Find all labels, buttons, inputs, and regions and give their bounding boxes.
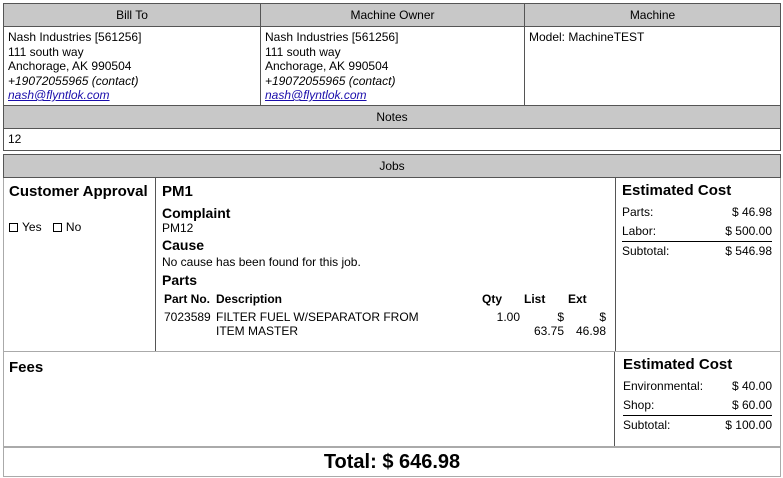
fees-section: Fees Estimated Cost Environmental: $ 40.…: [3, 351, 781, 447]
approval-no-option[interactable]: No: [52, 220, 82, 234]
approval-options: Yes No: [9, 220, 150, 234]
cause-text: No cause has been found for this job.: [162, 255, 361, 269]
fees-title: Fees: [9, 359, 44, 376]
parts-cost-value: $ 46.98: [731, 205, 772, 219]
col-ext: Ext: [568, 292, 587, 306]
fees-estimated-cost-title: Estimated Cost: [623, 356, 733, 373]
parts-table: Part No. Description Qty List Ext 702358…: [162, 290, 608, 340]
approval-yes-option[interactable]: Yes: [9, 220, 42, 234]
customer-info-section: Bill To Nash Industries [561256] 111 sou…: [3, 3, 781, 106]
col-part-no: Part No.: [164, 292, 211, 306]
table-row: 7023589 FILTER FUEL W/SEPARATOR FROM ITE…: [162, 308, 608, 340]
grand-total: Total: $ 646.98: [3, 447, 781, 477]
parts-header-row: Part No. Description Qty List Ext: [162, 290, 608, 308]
yes-label: Yes: [22, 220, 42, 234]
machine-column: Machine Model: MachineTEST: [525, 4, 780, 105]
labor-cost-value: $ 500.00: [725, 224, 772, 238]
machine-model: Model: MachineTEST: [529, 30, 645, 44]
job-title: PM1: [162, 183, 193, 200]
col-description: Description: [216, 292, 283, 306]
parts-cost-label: Parts:: [622, 205, 654, 219]
ext-cell: $ 46.98: [575, 310, 606, 338]
labor-cost-label: Labor:: [622, 224, 657, 238]
machine-owner-header: Machine Owner: [261, 4, 524, 27]
shop-fee-value: $ 60.00: [731, 398, 772, 412]
owner-city: Anchorage, AK 990504: [265, 59, 389, 73]
list-cell: $ 63.75: [533, 310, 564, 338]
bill-to-phone: +19072055965 (contact): [8, 73, 139, 88]
checkbox-icon[interactable]: [9, 223, 18, 232]
job-estimated-cost-panel: Estimated Cost Parts: $ 46.98 Labor: $ 5…: [614, 178, 780, 351]
environmental-fee-row: Environmental: $ 40.00: [623, 377, 772, 396]
owner-name: Nash Industries [561256]: [265, 30, 399, 44]
fees-subtotal-row: Subtotal: $ 100.00: [623, 415, 772, 435]
bill-to-city: Anchorage, AK 990504: [8, 59, 132, 73]
qty-cell: 1.00: [496, 310, 520, 324]
notes-header: Notes: [3, 106, 781, 129]
no-label: No: [65, 220, 82, 234]
job-row: Customer Approval Yes No PM1 Complaint P…: [3, 178, 781, 351]
cause-label: Cause: [162, 237, 205, 253]
customer-approval-title: Customer Approval: [9, 183, 148, 200]
parts-cost-row: Parts: $ 46.98: [622, 203, 772, 222]
job-estimated-cost-title: Estimated Cost: [622, 182, 732, 199]
bill-to-header: Bill To: [4, 4, 260, 27]
bill-to-column: Bill To Nash Industries [561256] 111 sou…: [4, 4, 261, 105]
job-subtotal-value: $ 546.98: [725, 244, 772, 258]
labor-cost-row: Labor: $ 500.00: [622, 222, 772, 241]
owner-email-link[interactable]: nash@flyntlok.com: [265, 88, 520, 103]
job-subtotal-row: Subtotal: $ 546.98: [622, 241, 772, 261]
owner-phone: +19072055965 (contact): [265, 73, 396, 88]
bill-to-email-link[interactable]: nash@flyntlok.com: [8, 88, 256, 103]
job-detail-panel: PM1 Complaint PM12 Cause No cause has be…: [156, 178, 616, 351]
customer-approval-panel: Customer Approval Yes No: [4, 178, 156, 351]
jobs-header: Jobs: [3, 154, 781, 178]
col-qty: Qty: [482, 292, 503, 306]
machine-header: Machine: [525, 4, 780, 27]
machine-owner-address: Nash Industries [561256] 111 south way A…: [261, 27, 524, 106]
shop-fee-row: Shop: $ 60.00: [623, 396, 772, 415]
fees-subtotal-value: $ 100.00: [725, 418, 772, 432]
shop-fee-label: Shop:: [623, 398, 655, 412]
col-list: List: [524, 292, 546, 306]
owner-street: 111 south way: [265, 44, 341, 59]
environmental-fee-label: Environmental:: [623, 379, 704, 393]
machine-owner-column: Machine Owner Nash Industries [561256] 1…: [261, 4, 525, 105]
bill-to-address: Nash Industries [561256] 111 south way A…: [4, 27, 260, 106]
description-cell: FILTER FUEL W/SEPARATOR FROM ITEM MASTER: [216, 310, 419, 338]
environmental-fee-value: $ 40.00: [731, 379, 772, 393]
bill-to-name: Nash Industries [561256]: [8, 30, 142, 44]
complaint-text: PM12: [162, 221, 194, 235]
fees-estimated-cost-panel: Estimated Cost Environmental: $ 40.00 Sh…: [614, 352, 780, 446]
part-no-cell: 7023589: [164, 310, 211, 324]
notes-text: 12: [3, 129, 781, 151]
complaint-label: Complaint: [162, 205, 231, 221]
fees-subtotal-label: Subtotal:: [623, 418, 671, 432]
parts-label: Parts: [162, 272, 198, 288]
job-subtotal-label: Subtotal:: [622, 244, 670, 258]
checkbox-icon[interactable]: [52, 223, 62, 232]
bill-to-street: 111 south way: [8, 44, 84, 59]
